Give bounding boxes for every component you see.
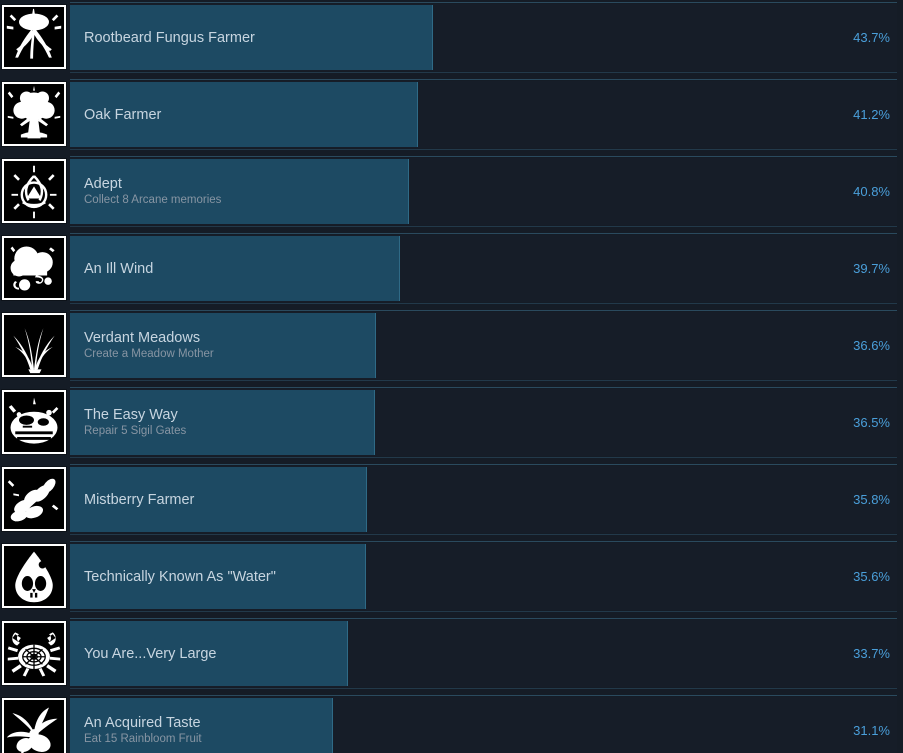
stone-gate-icon <box>1 389 67 455</box>
rainbloom-flower-icon <box>1 697 67 753</box>
wind-cloud-icon <box>1 235 67 301</box>
achievement-row[interactable]: Adept Collect 8 Arcane memories 40.8% <box>0 154 903 231</box>
mushroom-roots-icon <box>1 4 67 70</box>
achievement-row[interactable]: An Acquired Taste Eat 15 Rainbloom Fruit 3… <box>0 693 903 753</box>
achievement-row[interactable]: Mistberry Farmer 35.8% <box>0 462 903 539</box>
grass-tuft-icon <box>1 312 67 378</box>
achievement-progress-row: An Acquired Taste Eat 15 Rainbloom Fruit 3… <box>70 695 897 753</box>
progress-track <box>70 235 897 302</box>
achievement-percent: 33.7% <box>853 646 890 661</box>
skull-droplet-icon <box>1 543 67 609</box>
achievement-percent: 43.7% <box>853 30 890 45</box>
achievement-progress-row: The Easy Way Repair 5 Sigil Gates 36.5% <box>70 387 897 458</box>
achievement-row[interactable]: You Are...Very Large 33.7% <box>0 616 903 693</box>
achievement-progress-row: Mistberry Farmer 35.8% <box>70 464 897 535</box>
progress-track <box>70 466 897 533</box>
achievement-percent: 36.5% <box>853 415 890 430</box>
progress-fill <box>70 82 418 147</box>
progress-fill <box>70 544 366 609</box>
achievement-percent: 41.2% <box>853 107 890 122</box>
progress-fill <box>70 159 409 224</box>
achievement-row[interactable]: An Ill Wind 39.7% <box>0 231 903 308</box>
achievement-row[interactable]: Technically Known As "Water" 35.6% <box>0 539 903 616</box>
achievement-row[interactable]: Verdant Meadows Create a Meadow Mother 36.… <box>0 308 903 385</box>
berry-branch-icon <box>1 466 67 532</box>
progress-fill <box>70 698 333 753</box>
achievement-row[interactable]: Rootbeard Fungus Farmer 43.7% <box>0 0 903 77</box>
progress-track <box>70 4 897 71</box>
progress-track <box>70 158 897 225</box>
achievement-progress-row: Oak Farmer 41.2% <box>70 79 897 150</box>
oak-tree-icon <box>1 81 67 147</box>
progress-fill <box>70 313 376 378</box>
arcane-sigil-icon <box>1 158 67 224</box>
achievement-list: Rootbeard Fungus Farmer 43.7% Oak Farmer 4… <box>0 0 903 753</box>
achievement-row[interactable]: The Easy Way Repair 5 Sigil Gates 36.5% <box>0 385 903 462</box>
achievement-progress-row: Verdant Meadows Create a Meadow Mother 36.… <box>70 310 897 381</box>
progress-fill <box>70 467 367 532</box>
achievement-progress-row: Technically Known As "Water" 35.6% <box>70 541 897 612</box>
progress-track <box>70 312 897 379</box>
progress-fill <box>70 621 348 686</box>
progress-track <box>70 389 897 456</box>
achievement-percent: 39.7% <box>853 261 890 276</box>
progress-track <box>70 620 897 687</box>
achievement-progress-row: Rootbeard Fungus Farmer 43.7% <box>70 2 897 73</box>
crab-icon <box>1 620 67 686</box>
achievement-percent: 35.6% <box>853 569 890 584</box>
progress-track <box>70 543 897 610</box>
progress-track <box>70 81 897 148</box>
achievement-progress-row: Adept Collect 8 Arcane memories 40.8% <box>70 156 897 227</box>
achievement-progress-row: An Ill Wind 39.7% <box>70 233 897 304</box>
achievement-progress-row: You Are...Very Large 33.7% <box>70 618 897 689</box>
achievement-percent: 40.8% <box>853 184 890 199</box>
progress-track <box>70 697 897 753</box>
achievement-percent: 31.1% <box>853 723 890 738</box>
progress-fill <box>70 390 375 455</box>
achievement-percent: 35.8% <box>853 492 890 507</box>
progress-fill <box>70 5 433 70</box>
achievement-percent: 36.6% <box>853 338 890 353</box>
progress-fill <box>70 236 400 301</box>
achievement-row[interactable]: Oak Farmer 41.2% <box>0 77 903 154</box>
